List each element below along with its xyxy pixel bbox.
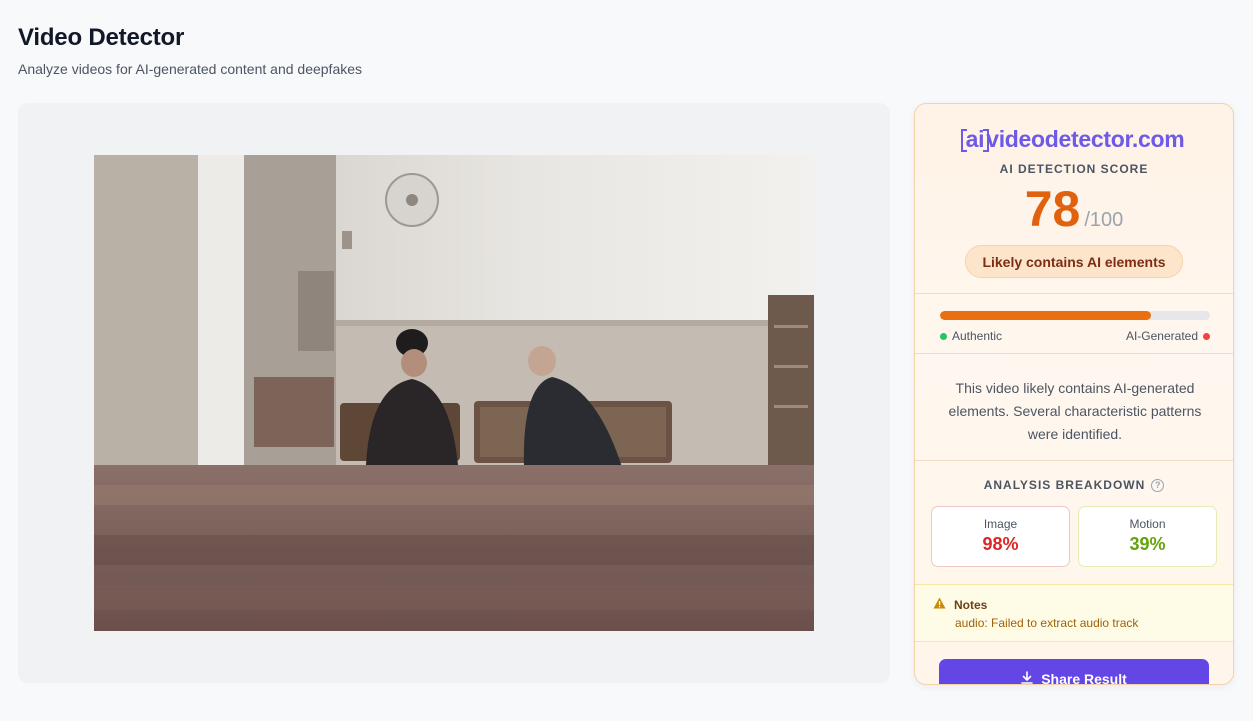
detection-result-card: aivideodetector.com AI DETECTION SCORE 7… [914, 103, 1234, 685]
download-icon [1021, 671, 1034, 684]
notes-box: Notes audio: Failed to extract audio tra… [915, 584, 1233, 642]
legend-ai-generated: AI-Generated [1126, 329, 1210, 343]
brand-name: videodetector.com [986, 126, 1185, 152]
analysis-breakdown-title: ANALYSIS BREAKDOWN? [915, 478, 1233, 493]
video-preview[interactable] [94, 155, 814, 631]
score-progress-track [940, 311, 1210, 320]
divider [915, 460, 1233, 461]
page-title: Video Detector [18, 24, 185, 51]
warning-triangle-icon [933, 597, 946, 612]
page-subtitle: Analyze videos for AI-generated content … [18, 61, 363, 77]
score-label: AI DETECTION SCORE [999, 162, 1149, 176]
legend-ai-generated-label: AI-Generated [1125, 329, 1198, 343]
analysis-breakdown-label: ANALYSIS BREAKDOWN [983, 478, 1146, 492]
progress-legend: Authentic AI-Generated [940, 329, 1210, 343]
metric-motion: Motion 39% [1078, 506, 1217, 567]
green-dot-icon [940, 333, 947, 341]
brand-ai-mark: ai [960, 126, 989, 152]
divider [915, 353, 1233, 354]
verdict-badge: Likely contains AI elements [965, 245, 1183, 278]
metric-label: Image [983, 517, 1018, 531]
help-circle-icon[interactable]: ? [1151, 479, 1165, 493]
metric-label: Motion [1129, 517, 1166, 531]
legend-authentic: Authentic [940, 329, 1002, 343]
share-result-label: Share Result [1041, 671, 1127, 685]
notes-title: Notes [954, 597, 988, 612]
notes-text: audio: Failed to extract audio track [955, 616, 1139, 630]
share-result-button[interactable]: Share Result [939, 659, 1209, 685]
score-display: 78/100 [915, 180, 1233, 238]
legend-authentic-label: Authentic [952, 329, 1003, 343]
metric-image: Image 98% [931, 506, 1070, 567]
divider [915, 293, 1233, 294]
score-value: 78 [1024, 181, 1081, 237]
metric-value: 39% [1129, 534, 1166, 554]
score-progress-fill [940, 311, 1151, 320]
notes-header: Notes [933, 597, 1215, 612]
metric-value: 98% [982, 534, 1019, 554]
score-max: /100 [1084, 209, 1124, 231]
result-description: This video likely contains AI-generated … [948, 380, 1202, 442]
red-dot-icon [1203, 333, 1210, 341]
video-panel [18, 103, 890, 683]
brand-logo: aivideodetector.com [915, 126, 1233, 153]
